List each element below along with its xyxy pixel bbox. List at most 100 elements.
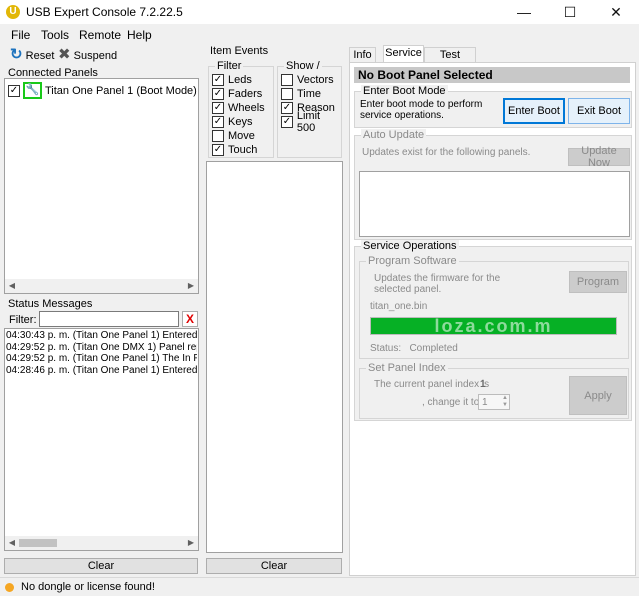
status-line: 04:28:46 p. m. (Titan One Panel 1) Enter… [6,364,197,376]
scroll-thumb[interactable] [19,539,57,547]
menu-file[interactable]: File [11,28,30,42]
horizontal-scrollbar[interactable]: ◀ ▶ [5,536,198,550]
wrench-icon: 🔧 [23,82,42,99]
filter-label: Filter: [9,314,37,326]
menu-tools[interactable]: Tools [41,28,69,42]
progress-watermark: loza.com.m [434,317,553,335]
show-limit[interactable]: ✓ Limit 500 [281,110,341,134]
panel-item[interactable]: ✓ 🔧 Titan One Panel 1 (Boot Mode) [8,82,197,99]
item-events-list[interactable] [206,161,343,553]
tab-info[interactable]: Info [349,47,376,62]
connected-panels-list[interactable]: ✓ 🔧 Titan One Panel 1 (Boot Mode) ◀ ▶ [4,78,199,294]
status-line: 04:30:43 p. m. (Titan One Panel 1) Enter… [6,330,197,341]
filter-faders[interactable]: ✓ Faders [212,87,265,101]
touch-checkbox[interactable]: ✓ [212,144,224,156]
suspend-button[interactable]: ✖ Suspend [58,47,117,63]
program-software-label: Program Software [366,255,459,267]
item-events-clear-button[interactable]: Clear [206,558,342,574]
menu-bar: File Tools Remote Help [0,25,639,44]
time-checkbox[interactable] [281,88,293,100]
status-line: 04:29:52 p. m. (Titan One DMX 1) Panel r… [6,341,197,353]
current-index-text: The current panel index is [374,379,490,390]
auto-update-label: Auto Update [361,129,427,141]
status-bar-text: No dongle or license found! [21,581,155,593]
scroll-right-icon[interactable]: ▶ [184,279,198,292]
scroll-left-icon[interactable]: ◀ [5,536,19,549]
clear-filter-button[interactable]: X [182,311,198,327]
menu-remote[interactable]: Remote [79,28,121,42]
scroll-left-icon[interactable]: ◀ [5,279,19,292]
program-software-group: Program Software Updates the firmware fo… [359,255,629,359]
service-operations-label: Service Operations [361,240,459,252]
menu-help[interactable]: Help [127,28,152,42]
firmware-file: titan_one.bin [370,301,428,312]
maximize-button[interactable]: ☐ [547,0,593,24]
warning-dot-icon [5,583,14,592]
status-clear-button[interactable]: Clear [4,558,198,574]
current-index-value: 1 [480,379,486,390]
item-events-label: Item Events [210,45,269,57]
panel-index-value: 1 [482,397,488,408]
leds-checkbox[interactable]: ✓ [212,74,224,86]
title-bar: U USB Expert Console 7.2.22.5 — ☐ ✕ [0,0,639,24]
filter-group: Filter ✓ Leds ✓ Faders ✓ Wheels ✓ Keys Move … [208,60,274,158]
program-software-text: Updates the firmware for the selected pa… [374,273,501,295]
program-button[interactable]: Program [569,271,627,293]
auto-update-text: Updates exist for the following panels. [362,147,531,158]
change-index-text: , change it to [422,397,480,408]
close-button[interactable]: ✕ [593,0,639,24]
status-messages-list[interactable]: 04:30:43 p. m. (Titan One Panel 1) Enter… [4,328,199,551]
enter-boot-mode-label: Enter Boot Mode [361,85,448,97]
tab-test-bench[interactable]: Test Bench [424,47,476,76]
status-bar: No dongle or license found! [0,577,639,596]
service-header: No Boot Panel Selected [354,67,630,83]
filter-input[interactable] [39,311,179,327]
filter-keys[interactable]: ✓ Keys [212,115,265,129]
panel-item-checkbox[interactable]: ✓ [8,84,20,97]
enter-boot-mode-group: Enter Boot Mode Enter boot mode to perfo… [354,85,632,128]
filter-leds[interactable]: ✓ Leds [212,73,265,87]
filter-group-label: Filter [215,60,244,72]
set-panel-index-label: Set Panel Index [366,362,448,374]
filter-wheels[interactable]: ✓ Wheels [212,101,265,115]
reason-checkbox[interactable]: ✓ [281,102,293,114]
filter-touch[interactable]: ✓ Touch [212,143,265,157]
vectors-checkbox[interactable] [281,74,293,86]
limit-checkbox[interactable]: ✓ [281,116,293,128]
keys-checkbox[interactable]: ✓ [212,116,224,128]
reset-icon: ↻ [10,46,23,63]
update-now-button[interactable]: Update Now [568,145,630,169]
app-icon: U [6,5,20,19]
auto-update-group: Auto Update Updates exist for the follow… [354,129,632,240]
scroll-right-icon[interactable]: ▶ [184,536,198,549]
show-time[interactable]: Time [281,87,341,101]
update-panels-list[interactable] [359,171,630,237]
window-title: USB Expert Console 7.2.22.5 [26,5,183,19]
suspend-icon: ✖ [58,46,71,63]
exit-boot-button[interactable]: Exit Boot [568,98,630,124]
stepper-arrows-icon[interactable]: ▲ ▼ [502,395,508,409]
filter-move[interactable]: Move [212,129,265,143]
wheels-checkbox[interactable]: ✓ [212,102,224,114]
service-tab-panel: No Boot Panel Selected Enter Boot Mode E… [349,62,636,576]
enter-boot-mode-text: Enter boot mode to perform service opera… [360,99,483,121]
minimize-button[interactable]: — [501,0,547,24]
faders-checkbox[interactable]: ✓ [212,88,224,100]
panel-item-label: Titan One Panel 1 (Boot Mode) [45,84,197,97]
reset-button[interactable]: ↻ Reset [10,47,54,63]
status-messages-label: Status Messages [8,298,93,310]
apply-button[interactable]: Apply [569,376,627,415]
status-line: 04:29:52 p. m. (Titan One Panel 1) The I… [6,353,197,364]
set-panel-index-group: Set Panel Index The current panel index … [359,362,629,419]
show-vectors[interactable]: Vectors [281,73,341,87]
program-status: Status: Completed [370,343,458,354]
move-checkbox[interactable] [212,130,224,142]
panel-index-stepper[interactable]: 1 ▲ ▼ [478,394,510,410]
tab-service[interactable]: Service [383,45,424,62]
horizontal-scrollbar[interactable]: ◀ ▶ [5,279,198,293]
service-operations-group: Service Operations Program Software Upda… [354,240,632,421]
show-group: Show / Vectors Time ✓ Reason ✓ Limit 500 [277,60,342,158]
enter-boot-button[interactable]: Enter Boot [503,98,565,124]
show-group-label: Show / [284,60,322,72]
firmware-progress-bar: loza.com.m [370,317,617,335]
